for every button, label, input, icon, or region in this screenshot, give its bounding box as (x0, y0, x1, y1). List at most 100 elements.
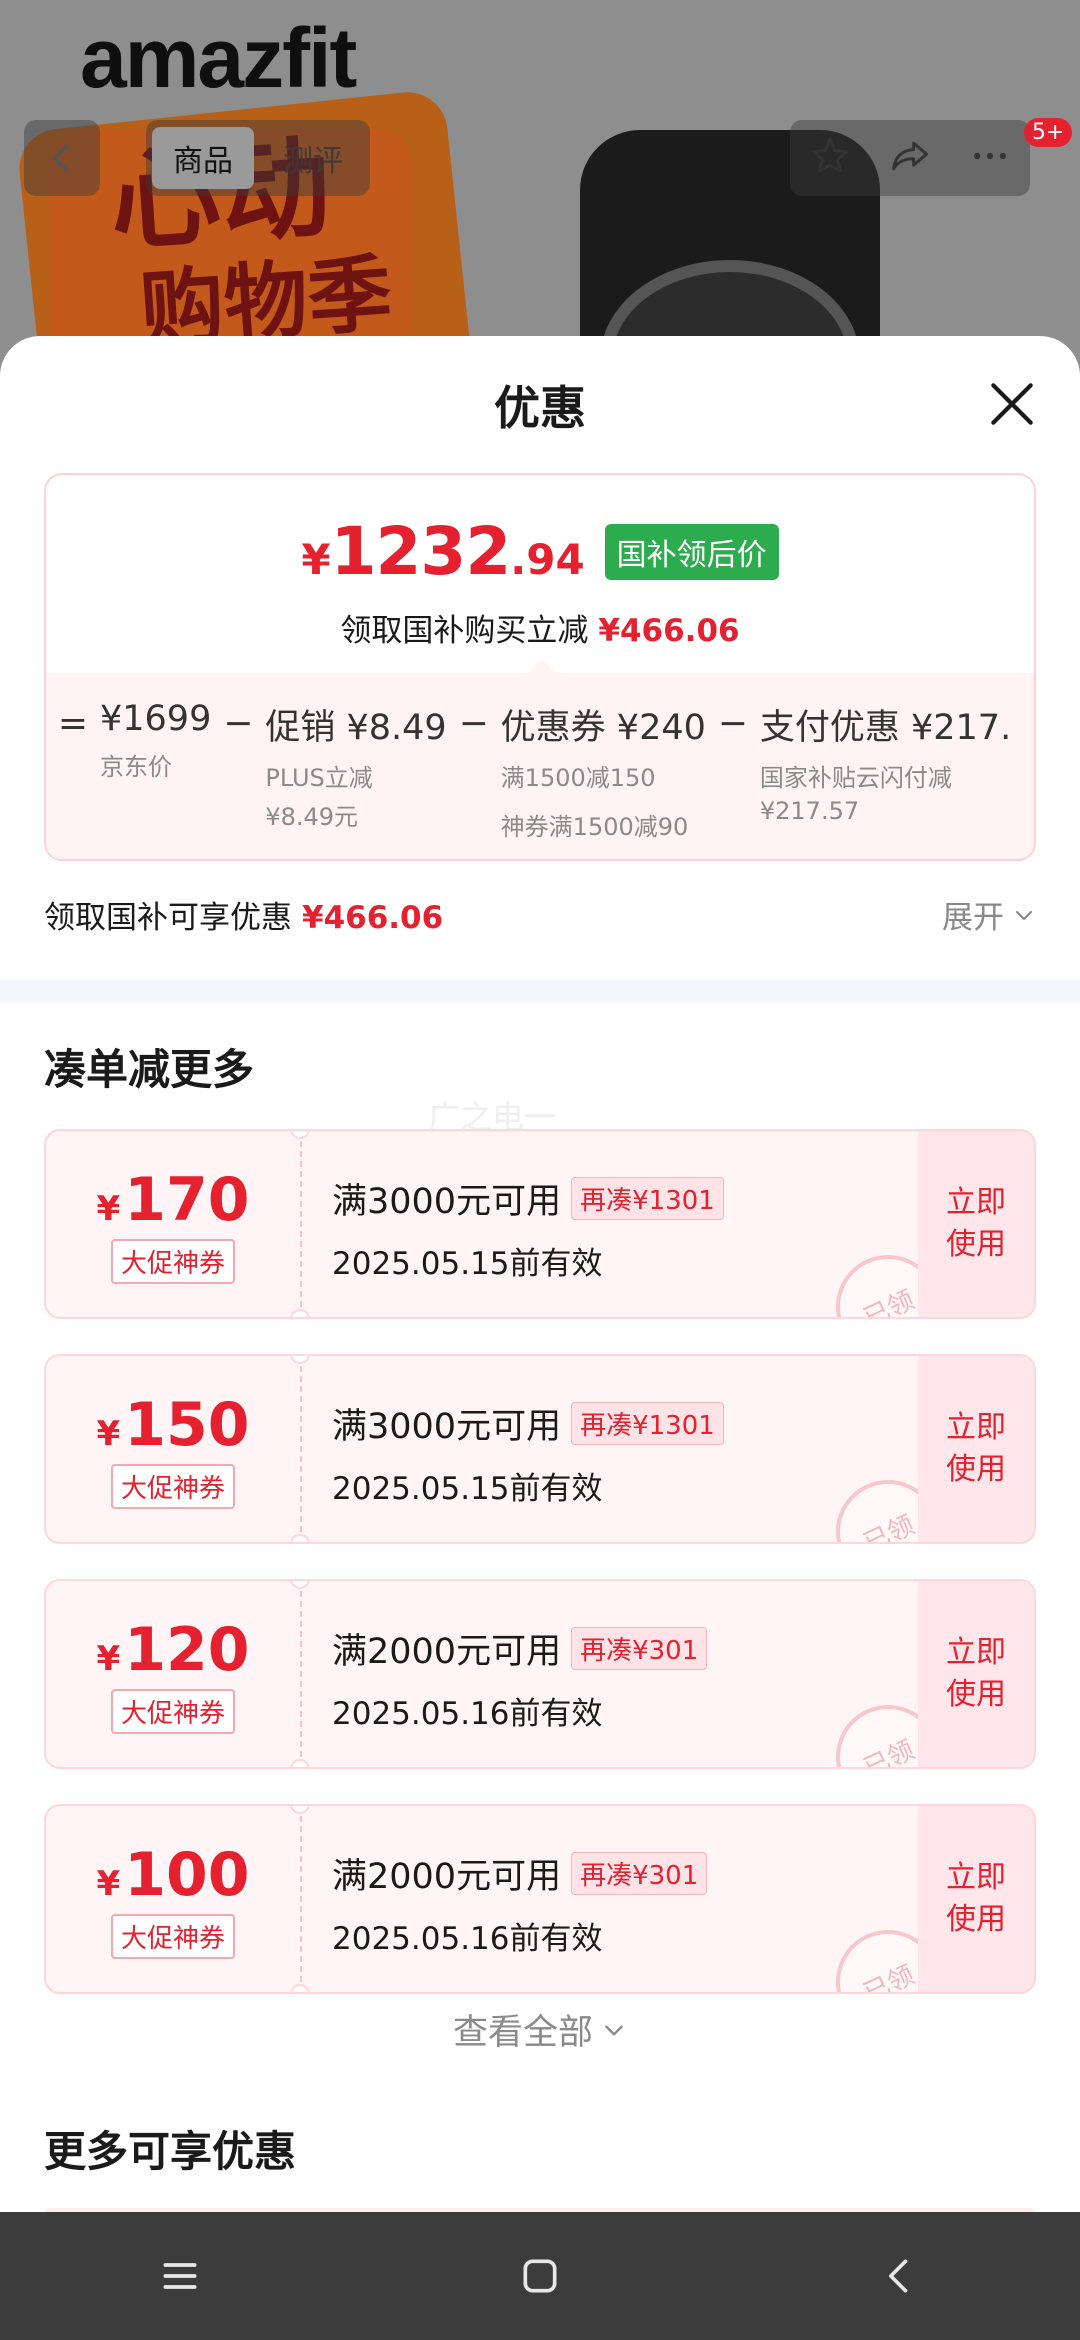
total-discount-amount: ¥466.06 (302, 900, 444, 936)
coupon-details: 满2000元可用 再凑¥301 2025.05.16前有效 (332, 1848, 708, 1958)
back-button-system[interactable] (860, 2236, 940, 2316)
price-breakdown-panel: = ¥1699 京东价 − 促销 ¥8.49 PLUS立减 ¥8.49元 − 优… (46, 673, 1034, 859)
coupon-condition: 满3000元可用 (332, 1407, 562, 1447)
breakdown-operator: − (223, 703, 254, 744)
coupon-condition: 满3000元可用 (332, 1182, 562, 1222)
system-nav-bar (0, 2212, 1080, 2340)
use-now-label: 立即使用 (946, 1185, 1006, 1262)
coupon-card[interactable]: ¥ 170 大促神券 满3000元可用 再凑¥1301 2025.05.15前有… (44, 1129, 1036, 1319)
view-all-label: 查看全部 (452, 2013, 593, 2053)
coupon-notch (290, 1309, 310, 1317)
star-icon[interactable] (808, 134, 852, 182)
breakdown-operator: − (458, 703, 489, 744)
use-now-button[interactable]: 立即使用 (918, 1131, 1034, 1317)
coupon-notch (290, 1759, 310, 1767)
coupon-expiry: 2025.05.16前有效 (332, 1696, 603, 1732)
coupon-amount: ¥ 120 (97, 1615, 250, 1685)
coupon-remaining-pill: 再凑¥301 (571, 1852, 708, 1895)
coupon-notch (290, 1534, 310, 1542)
menu-icon (163, 2263, 197, 2289)
sheet-header: 优惠 (0, 336, 1080, 472)
breakdown-sub: 满1500减150 (500, 764, 656, 792)
price-currency: ¥ (301, 535, 331, 584)
discount-sheet: 优惠 ¥ 1232 .94 国补领后价 领取国补购买立减 ¥466.06 = ¥… (0, 336, 1080, 2212)
chevron-down-icon (1015, 910, 1033, 920)
use-now-label: 立即使用 (946, 1410, 1006, 1487)
final-price-card: ¥ 1232 .94 国补领后价 领取国补购买立减 ¥466.06 = ¥1699… (44, 473, 1036, 861)
breakdown-main: 优惠券 ¥240 (500, 708, 706, 748)
top-actions (790, 120, 1030, 196)
coupon-condition-row: 满2000元可用 再凑¥301 (332, 1623, 708, 1674)
coupon-remaining-pill: 再凑¥1301 (571, 1402, 724, 1445)
breakdown-sub: 京东价 (100, 753, 172, 781)
coupon-currency: ¥ (96, 1863, 121, 1904)
coupon-amount: ¥ 150 (97, 1390, 250, 1460)
breakdown-main: 支付优惠 ¥217. (759, 708, 1012, 748)
product-page-background: 心动 购物季 amazfit 商品 测评 5+ (0, 0, 1080, 380)
coupon-amount: ¥ 170 (97, 1165, 250, 1235)
section-title-more-offers: 更多可享优惠 (44, 2127, 297, 2176)
coupon-dashed-divider (300, 1131, 302, 1317)
use-now-button[interactable]: 立即使用 (918, 1806, 1034, 1992)
cart-count-badge: 5+ (1024, 118, 1073, 147)
view-all-button[interactable]: 查看全部 (0, 2004, 1080, 2055)
back-button[interactable] (24, 120, 100, 196)
save-amount: ¥466.06 (598, 613, 740, 649)
coupon-value: ¥ 170 大促神券 (46, 1131, 300, 1317)
coupon-type-tag: 大促神券 (110, 1463, 235, 1509)
breakdown-item-promo: 促销 ¥8.49 PLUS立减 ¥8.49元 (265, 699, 446, 842)
save-label: 领取国补购买立减 (340, 613, 589, 649)
coupon-type-tag: 大促神券 (110, 1238, 235, 1284)
tab-product[interactable]: 商品 (152, 127, 254, 189)
use-now-label: 立即使用 (946, 1635, 1006, 1712)
use-now-label: 立即使用 (946, 1860, 1006, 1937)
coupon-card[interactable]: ¥ 120 大促神券 满2000元可用 再凑¥301 2025.05.16前有效… (44, 1579, 1036, 1769)
coupon-card[interactable]: ¥ 100 大促神券 满2000元可用 再凑¥301 2025.05.16前有效… (44, 1804, 1036, 1994)
coupon-condition-row: 满3000元可用 再凑¥1301 (332, 1398, 724, 1449)
coupon-currency: ¥ (96, 1413, 121, 1454)
home-square-icon (523, 2259, 557, 2293)
coupon-condition-row: 满2000元可用 再凑¥301 (332, 1848, 708, 1899)
coupon-number: 100 (124, 1839, 250, 1910)
coupon-condition: 满2000元可用 (332, 1632, 562, 1672)
coupon-amount: ¥ 100 (97, 1840, 250, 1910)
price-breakdown: = ¥1699 京东价 − 促销 ¥8.49 PLUS立减 ¥8.49元 − 优… (46, 699, 1011, 842)
coupon-expiry: 2025.05.15前有效 (332, 1246, 603, 1282)
coupon-number: 120 (124, 1614, 250, 1685)
coupon-details: 满3000元可用 再凑¥1301 2025.05.15前有效 (332, 1173, 724, 1283)
coupon-notch (290, 1984, 310, 1992)
coupon-type-tag: 大促神券 (110, 1913, 235, 1959)
breakdown-item-coupon: 优惠券 ¥240 满1500减150 神券满1500减90 (501, 699, 706, 842)
home-button[interactable] (500, 2236, 580, 2316)
breakdown-item-jd-price: ¥1699 京东价 (100, 699, 211, 842)
use-now-button[interactable]: 立即使用 (918, 1356, 1034, 1542)
share-icon[interactable] (887, 134, 933, 182)
coupon-expiry: 2025.05.15前有效 (332, 1471, 603, 1507)
coupon-number: 170 (124, 1164, 250, 1235)
coupon-value: ¥ 150 大促神券 (46, 1356, 300, 1542)
expand-button[interactable]: 展开 (942, 892, 1036, 937)
coupon-value: ¥ 120 大促神券 (46, 1581, 300, 1767)
final-price: ¥ 1232 .94 国补领后价 (46, 513, 1034, 590)
coupon-number: 150 (124, 1389, 250, 1460)
breakdown-operator: = (57, 703, 89, 744)
coupon-condition: 满2000元可用 (332, 1857, 562, 1897)
use-now-button[interactable]: 立即使用 (918, 1581, 1034, 1767)
chevron-down-icon (605, 2025, 623, 2036)
coupon-dashed-divider (300, 1356, 302, 1542)
recent-apps-button[interactable] (140, 2236, 220, 2316)
section-divider (0, 980, 1080, 1002)
more-dots-icon[interactable] (968, 134, 1012, 182)
close-button[interactable] (984, 376, 1040, 432)
coupon-card[interactable]: ¥ 150 大促神券 满3000元可用 再凑¥1301 2025.05.15前有… (44, 1354, 1036, 1544)
breakdown-sub: ¥8.49元 (265, 803, 359, 831)
breakdown-item-payment: 支付优惠 ¥217. 国家补贴云闪付减 ¥217.57 (760, 699, 1011, 842)
coupon-remaining-pill: 再凑¥1301 (571, 1177, 724, 1220)
tab-review[interactable]: 测评 (262, 127, 364, 189)
breakdown-sub: 神券满1500减90 (500, 813, 689, 841)
section-title-more-discount: 凑单减更多 (44, 1045, 255, 1094)
close-icon (991, 383, 1033, 425)
product-review-tabs: 商品 测评 (146, 120, 370, 196)
coupon-type-tag: 大促神券 (110, 1688, 235, 1734)
coupon-value: ¥ 100 大促神券 (46, 1806, 300, 1992)
